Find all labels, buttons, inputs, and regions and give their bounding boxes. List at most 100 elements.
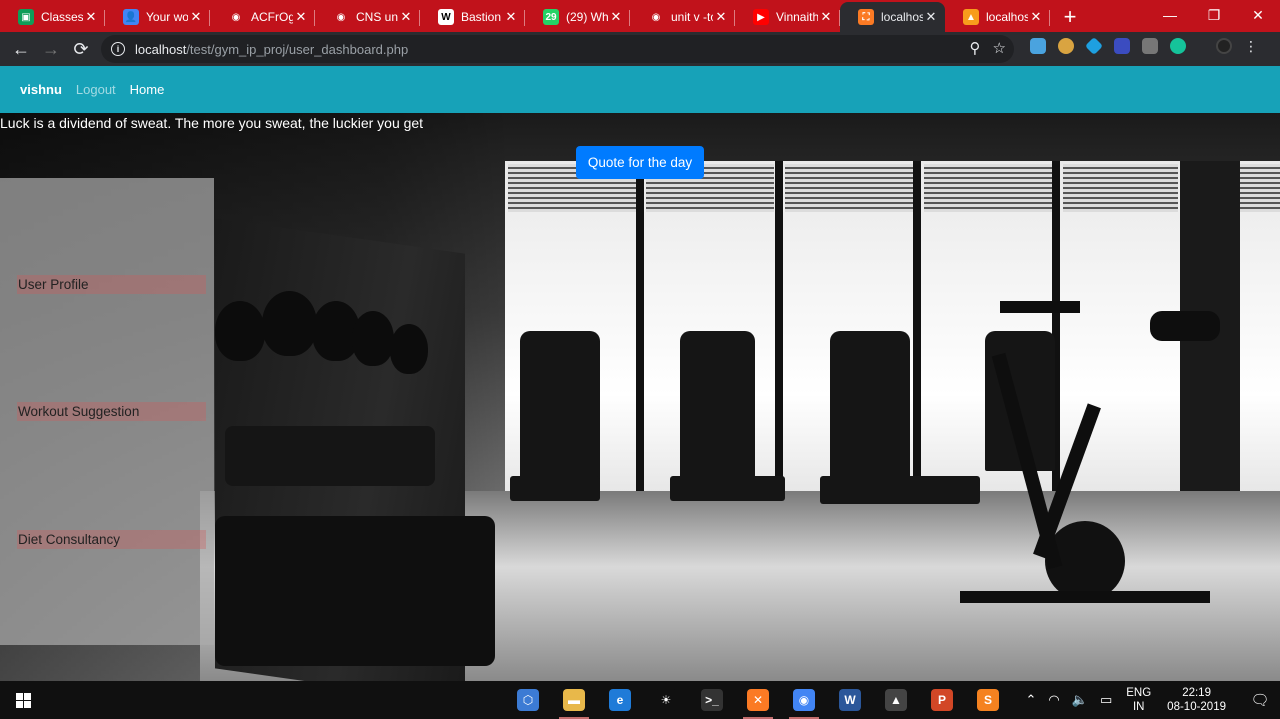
site-info-icon[interactable]: i bbox=[111, 42, 125, 56]
system-tray: ⌃ ◠ 🔈 ▭ ENG IN 22:19 08-10-2019 🗨 bbox=[1020, 681, 1280, 719]
extension-icon[interactable] bbox=[1142, 38, 1158, 54]
browser-tab[interactable]: ▲ localhost✕ bbox=[945, 2, 1050, 32]
clock-date: 08-10-2019 bbox=[1167, 701, 1226, 713]
tab-favicon-icon: ▶ bbox=[753, 9, 769, 25]
url-path: /test/gym_ip_proj/user_dashboard.php bbox=[186, 41, 409, 57]
taskbar-app-powerpoint[interactable]: P bbox=[919, 681, 965, 719]
extension-icon[interactable] bbox=[1030, 38, 1046, 54]
url-host: localhost bbox=[135, 41, 187, 57]
browser-tab[interactable]: W Bastion ✕ bbox=[420, 2, 525, 32]
tab-close-icon[interactable]: ✕ bbox=[398, 9, 414, 25]
tab-favicon-icon: 29 bbox=[543, 9, 559, 25]
new-tab-button[interactable]: + bbox=[1050, 2, 1090, 32]
grammarly-icon[interactable] bbox=[1170, 38, 1186, 54]
taskbar-app-terminal[interactable]: >_ bbox=[689, 681, 735, 719]
window-close-icon[interactable]: ✕ bbox=[1236, 0, 1280, 30]
tab-close-icon[interactable]: ✕ bbox=[293, 9, 309, 25]
tab-close-icon[interactable]: ✕ bbox=[83, 9, 99, 25]
home-link[interactable]: Home bbox=[130, 82, 165, 97]
chrome-menu-icon[interactable]: ⋮ bbox=[1244, 38, 1258, 54]
tab-title: Bastion bbox=[461, 10, 502, 24]
tab-favicon-icon: ▣ bbox=[18, 9, 34, 25]
tab-favicon-icon: ◉ bbox=[333, 9, 349, 25]
tab-favicon-icon: ▲ bbox=[963, 9, 979, 25]
notification-center-icon[interactable]: 🗨 bbox=[1240, 691, 1280, 709]
browser-tab[interactable]: ◉ CNS unit✕ bbox=[315, 2, 420, 32]
tab-title: (29) Wha bbox=[566, 10, 608, 24]
tab-close-icon[interactable]: ✕ bbox=[608, 9, 624, 25]
tab-close-icon[interactable]: ✕ bbox=[923, 9, 939, 25]
tab-close-icon[interactable]: ✕ bbox=[1028, 9, 1044, 25]
browser-tab[interactable]: 29 (29) Wha✕ bbox=[525, 2, 630, 32]
address-bar[interactable]: i localhost/test/gym_ip_proj/user_dashbo… bbox=[101, 35, 1014, 63]
tab-title: Your work bbox=[146, 10, 188, 24]
tab-close-icon[interactable]: ✕ bbox=[188, 9, 204, 25]
profile-avatar[interactable] bbox=[1216, 38, 1232, 54]
tab-favicon-icon: W bbox=[438, 9, 454, 25]
taskbar-app-brightness[interactable]: ☀ bbox=[643, 681, 689, 719]
photos-icon: ▲ bbox=[885, 689, 907, 711]
taskbar-apps: ⬡ ▬ e ☀ >_ ✕ ◉ W ▲ P S bbox=[505, 681, 1011, 719]
word-icon: W bbox=[839, 689, 861, 711]
minimize-icon[interactable]: — bbox=[1148, 0, 1192, 30]
battery-icon[interactable]: ▭ bbox=[1100, 692, 1112, 708]
xampp-icon: ✕ bbox=[747, 689, 769, 711]
browser-tab[interactable]: ▣ Classes ✕ bbox=[0, 2, 105, 32]
brightness-icon: ☀ bbox=[655, 689, 677, 711]
sidebar-item-diet-consultancy[interactable]: Diet Consultancy bbox=[17, 530, 206, 549]
tab-title: localhost bbox=[881, 10, 923, 24]
windows-logo-icon bbox=[15, 692, 31, 708]
browser-tab[interactable]: ⛶ localhost✕ bbox=[840, 2, 945, 32]
sidebar-item-workout-suggestion[interactable]: Workout Suggestion bbox=[17, 402, 206, 421]
tab-title: unit v -to bbox=[671, 10, 713, 24]
tab-favicon-icon: ⛶ bbox=[858, 9, 874, 25]
taskbar-app-chrome[interactable]: ◉ bbox=[781, 681, 827, 719]
volume-icon[interactable]: 🔈 bbox=[1072, 692, 1088, 708]
language-indicator[interactable]: ENG IN bbox=[1126, 686, 1151, 714]
cookie-extension-icon[interactable] bbox=[1058, 38, 1074, 54]
start-button[interactable] bbox=[0, 681, 46, 719]
tab-strip: ▣Classes✕👤Your work✕◉ACFrOgD✕◉CNS unit✕W… bbox=[0, 0, 1280, 32]
tab-title: Vinnaitha bbox=[776, 10, 818, 24]
tab-close-icon[interactable]: ✕ bbox=[818, 9, 834, 25]
extension-icon[interactable] bbox=[1084, 36, 1104, 56]
username-link[interactable]: vishnu bbox=[20, 82, 62, 97]
tab-close-icon[interactable]: ✕ bbox=[713, 9, 729, 25]
taskbar-app-word[interactable]: W bbox=[827, 681, 873, 719]
page-viewport: vishnu Logout Home Luck is a dividend of… bbox=[0, 66, 1280, 681]
clock[interactable]: 22:19 08-10-2019 bbox=[1167, 686, 1226, 714]
taskbar-app-virtualbox[interactable]: ⬡ bbox=[505, 681, 551, 719]
extension-icon[interactable] bbox=[1114, 38, 1130, 54]
quote-for-the-day-button[interactable]: Quote for the day bbox=[576, 146, 704, 179]
browser-tab[interactable]: ◉ ACFrOgD✕ bbox=[210, 2, 315, 32]
chrome-icon: ◉ bbox=[793, 689, 815, 711]
chevron-up-icon[interactable]: ⌃ bbox=[1026, 692, 1037, 708]
wifi-icon[interactable]: ◠ bbox=[1048, 692, 1059, 708]
extensions-area: ⋮ bbox=[1030, 36, 1258, 56]
tab-title: CNS unit bbox=[356, 10, 398, 24]
maximize-icon[interactable]: ❐ bbox=[1192, 0, 1236, 30]
taskbar-app-sublime[interactable]: S bbox=[965, 681, 1011, 719]
forward-arrow-icon[interactable]: → bbox=[36, 34, 66, 64]
tab-favicon-icon: 👤 bbox=[123, 9, 139, 25]
file-explorer-icon: ▬ bbox=[563, 689, 585, 711]
taskbar-app-photos[interactable]: ▲ bbox=[873, 681, 919, 719]
reload-icon[interactable]: ⟳ bbox=[66, 34, 96, 64]
edge-icon: e bbox=[609, 689, 631, 711]
windows-taskbar: ⬡ ▬ e ☀ >_ ✕ ◉ W ▲ P S ⌃ ◠ 🔈 ▭ ENG IN 22:19 08-10-… bbox=[0, 681, 1280, 719]
sidebar-item-user-profile[interactable]: User Profile bbox=[17, 275, 206, 294]
logout-link[interactable]: Logout bbox=[76, 82, 116, 97]
sidebar: User Profile Workout Suggestion Diet Con… bbox=[0, 178, 214, 645]
tab-close-icon[interactable]: ✕ bbox=[503, 9, 519, 25]
sublime-icon: S bbox=[977, 689, 999, 711]
taskbar-app-file-explorer[interactable]: ▬ bbox=[551, 681, 597, 719]
tab-title: ACFrOgD bbox=[251, 10, 293, 24]
browser-tab[interactable]: ◉ unit v -to ✕ bbox=[630, 2, 735, 32]
bookmark-star-icon[interactable]: ☆ bbox=[993, 39, 1006, 57]
browser-tab[interactable]: 👤 Your work✕ bbox=[105, 2, 210, 32]
taskbar-app-xampp[interactable]: ✕ bbox=[735, 681, 781, 719]
back-arrow-icon[interactable]: ← bbox=[6, 34, 36, 64]
browser-tab[interactable]: ▶ Vinnaitha✕ bbox=[735, 2, 840, 32]
zoom-icon[interactable]: ⚲ bbox=[970, 39, 981, 57]
taskbar-app-edge[interactable]: e bbox=[597, 681, 643, 719]
